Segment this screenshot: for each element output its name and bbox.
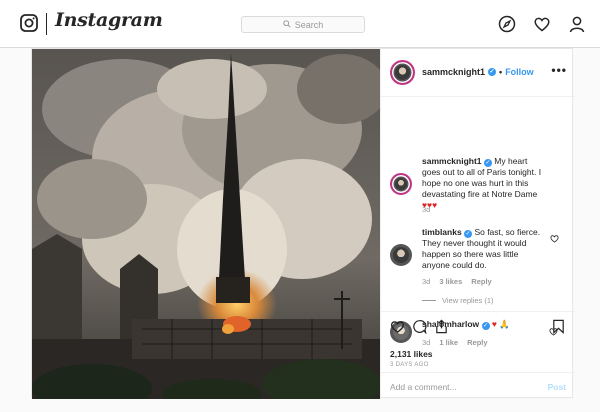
post-actions-bar [381, 311, 575, 339]
follow-button[interactable]: Follow [505, 67, 534, 77]
search-placeholder: Search [294, 19, 324, 30]
separator-dot: • [499, 67, 503, 77]
author-avatar[interactable] [390, 60, 415, 85]
add-comment-input[interactable]: Add a comment... [390, 382, 457, 392]
instagram-logo-icon[interactable] [20, 14, 38, 32]
search-icon [283, 19, 291, 30]
post-date[interactable]: 3 DAYS AGO [390, 362, 429, 368]
replies-line [422, 300, 436, 301]
caption-meta: 3d [422, 205, 430, 214]
more-options-icon[interactable]: ••• [551, 63, 567, 77]
brand-wordmark[interactable]: Instagram [55, 9, 163, 31]
comment-text: timblanks ✓ So fast, so fierce. They nev… [422, 227, 547, 271]
caption-username[interactable]: sammcknight1 [422, 156, 482, 166]
view-replies-button[interactable]: View replies (1) [422, 296, 494, 305]
comment-age[interactable]: 3d [422, 338, 430, 347]
post-photo[interactable] [32, 49, 380, 399]
post-card: sammcknight1 ✓ • Follow ••• sammcknight1… [31, 48, 575, 399]
post-comment-button[interactable]: Post [548, 382, 566, 392]
comment-avatar[interactable] [390, 244, 412, 266]
comment-reply-button[interactable]: Reply [467, 338, 487, 347]
post-sidebar: sammcknight1 ✓ • Follow ••• sammcknight1… [380, 49, 575, 399]
add-comment-bar: Add a comment... Post [381, 372, 575, 399]
nav-icon-group [498, 15, 586, 33]
comment-bubble-icon[interactable] [412, 319, 427, 335]
post-header: sammcknight1 ✓ • Follow ••• [381, 49, 575, 97]
view-replies-label: View replies (1) [442, 296, 494, 305]
caption-avatar[interactable] [390, 173, 412, 195]
caption-text: sammcknight1 ✓ My heart goes out to all … [422, 156, 547, 211]
top-nav: Instagram Search [0, 0, 600, 48]
save-bookmark-icon[interactable] [551, 319, 566, 334]
share-icon[interactable] [434, 319, 449, 334]
activity-heart-icon[interactable] [533, 15, 551, 33]
profile-icon[interactable] [568, 15, 586, 33]
like-comment-heart-icon[interactable] [550, 230, 559, 243]
comment-likes[interactable]: 1 like [439, 338, 458, 347]
comment-likes[interactable]: 3 likes [439, 277, 462, 286]
search-input[interactable]: Search [241, 16, 365, 33]
post-author-row: sammcknight1 ✓ • Follow [422, 67, 534, 77]
explore-compass-icon[interactable] [498, 15, 516, 33]
comment-age[interactable]: 3d [422, 277, 430, 286]
like-heart-icon[interactable] [390, 319, 405, 334]
author-username[interactable]: sammcknight1 [422, 67, 485, 77]
nav-divider [46, 13, 47, 35]
caption-age[interactable]: 3d [422, 205, 430, 214]
likes-count[interactable]: 2,131 likes [390, 349, 433, 359]
comment-reply-button[interactable]: Reply [471, 277, 491, 286]
comment-username[interactable]: timblanks [422, 227, 462, 237]
comment-meta: 3d 3 likes Reply [422, 277, 492, 286]
notre-dame-fire-image [32, 49, 380, 399]
verified-badge-icon: ✓ [488, 68, 497, 76]
verified-badge-icon: ✓ [483, 159, 492, 167]
comments-list: sammcknight1 ✓ My heart goes out to all … [381, 97, 575, 319]
verified-badge-icon: ✓ [464, 230, 473, 238]
comment-meta: 3d 1 like Reply [422, 338, 488, 347]
